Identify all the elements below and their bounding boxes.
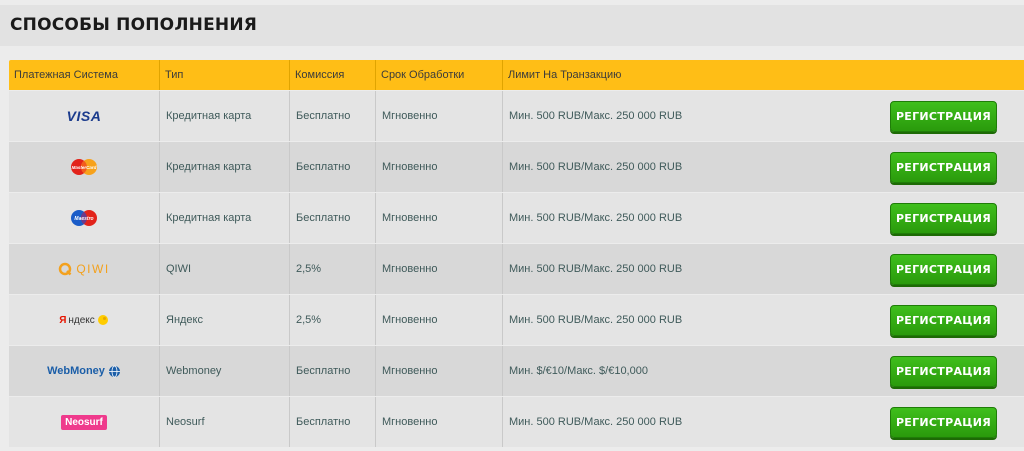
cell-fee: Бесплатно (289, 91, 375, 141)
cell-time: Мгновенно (375, 295, 502, 345)
cell-fee: Бесплатно (289, 397, 375, 447)
table-row: Яндекс Яндекс 2,5% Мгновенно Мин. 500 RU… (9, 295, 1024, 345)
qiwi-logo-icon: QIWI (9, 244, 159, 294)
cell-type: Кредитная карта (159, 91, 289, 141)
table-row: Neosurf Neosurf Бесплатно Мгновенно Мин.… (9, 397, 1024, 447)
cell-type: Кредитная карта (159, 142, 289, 192)
table-row: QIWI QIWI 2,5% Мгновенно Мин. 500 RUB/Ма… (9, 244, 1024, 294)
webmoney-logo-icon: WebMoney (9, 346, 159, 396)
cell-fee: 2,5% (289, 244, 375, 294)
col-header-limit: Лимит На Транзакцию (502, 60, 1024, 90)
cell-type: Кредитная карта (159, 193, 289, 243)
maestro-circles-icon: Maestro (71, 210, 97, 226)
qiwi-symbol-icon (59, 262, 72, 276)
webmoney-globe-icon (108, 365, 120, 377)
yandex-logo-icon: Яндекс (9, 295, 159, 345)
maestro-logo-icon: Maestro (9, 193, 159, 243)
neosurf-logo-icon: Neosurf (9, 397, 159, 447)
register-button[interactable]: РЕГИСТРАЦИЯ (890, 407, 997, 438)
col-header-time: Срок Обработки (375, 60, 502, 90)
svg-text:Maestro: Maestro (74, 216, 93, 222)
qiwi-logo-text: QIWI (76, 262, 110, 276)
page-title: СПОСОБЫ ПОПОЛНЕНИЯ (10, 15, 258, 35)
neosurf-logo-text: Neosurf (61, 414, 107, 430)
cell-time: Мгновенно (375, 91, 502, 141)
page-header: СПОСОБЫ ПОПОЛНЕНИЯ (0, 5, 1024, 46)
cell-type: Webmoney (159, 346, 289, 396)
col-header-fee: Комиссия (289, 60, 375, 90)
cell-fee: 2,5% (289, 295, 375, 345)
register-button[interactable]: РЕГИСТРАЦИЯ (890, 356, 997, 387)
table-row: WebMoney Webmoney Бесплатно Мгновенно Ми… (9, 346, 1024, 396)
cell-type: Яндекс (159, 295, 289, 345)
cell-fee: Бесплатно (289, 346, 375, 396)
register-button[interactable]: РЕГИСТРАЦИЯ (890, 203, 997, 234)
visa-logo-icon: VISA (9, 91, 159, 141)
register-button[interactable]: РЕГИСТРАЦИЯ (890, 101, 997, 132)
col-header-type: Тип (159, 60, 289, 90)
cell-type: Neosurf (159, 397, 289, 447)
table-row: VISA Кредитная карта Бесплатно Мгновенно… (9, 91, 1024, 141)
svg-text:MasterCard: MasterCard (72, 165, 97, 170)
table-row: Maestro Кредитная карта Бесплатно Мгнове… (9, 193, 1024, 243)
cell-type: QIWI (159, 244, 289, 294)
cell-time: Мгновенно (375, 142, 502, 192)
cell-fee: Бесплатно (289, 193, 375, 243)
cell-fee: Бесплатно (289, 142, 375, 192)
register-button[interactable]: РЕГИСТРАЦИЯ (890, 305, 997, 336)
cell-time: Мгновенно (375, 346, 502, 396)
payment-methods-table: Платежная Система Тип Комиссия Срок Обра… (9, 60, 1024, 447)
yandex-coin-icon (97, 315, 108, 325)
table-row: MasterCard Кредитная карта Бесплатно Мгн… (9, 142, 1024, 192)
table-header: Платежная Система Тип Комиссия Срок Обра… (9, 60, 1024, 90)
col-header-system: Платежная Система (14, 69, 118, 81)
webmoney-logo-text: WebMoney (47, 365, 105, 377)
cell-time: Мгновенно (375, 244, 502, 294)
cell-time: Мгновенно (375, 397, 502, 447)
cell-time: Мгновенно (375, 193, 502, 243)
mastercard-logo-icon: MasterCard (9, 142, 159, 192)
register-button[interactable]: РЕГИСТРАЦИЯ (890, 152, 997, 183)
register-button[interactable]: РЕГИСТРАЦИЯ (890, 254, 997, 285)
mastercard-circles-icon: MasterCard (71, 159, 97, 175)
visa-logo-text: VISA (66, 108, 102, 124)
